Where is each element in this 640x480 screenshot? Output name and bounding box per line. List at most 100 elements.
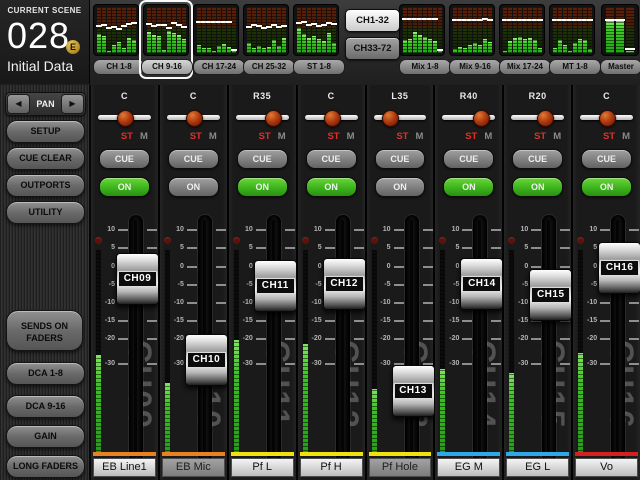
- meter-bank-mt-1-8[interactable]: MT 1-8: [549, 4, 595, 75]
- pan-knob-ch09[interactable]: [117, 110, 134, 127]
- pan-slider-ch15[interactable]: [511, 115, 564, 120]
- on-button-ch13[interactable]: ON: [375, 177, 426, 197]
- fader-cap-ch15[interactable]: CH15: [529, 269, 572, 321]
- sends-on-faders-button[interactable]: SENDS ON FADERS: [6, 310, 83, 351]
- fader-track-ch11[interactable]: [267, 215, 281, 462]
- channel-name-ch14[interactable]: EG M: [437, 458, 500, 477]
- cue-button-ch12[interactable]: CUE: [306, 149, 357, 169]
- fader-cap-ch16[interactable]: CH16: [598, 242, 640, 294]
- cue-button-ch11[interactable]: CUE: [237, 149, 288, 169]
- fader-scale-tick: [354, 247, 364, 249]
- meter-bank-tab-mix-17-24[interactable]: Mix 17-24: [499, 59, 551, 75]
- fader-cap-ch13[interactable]: CH13: [392, 365, 435, 417]
- pan-knob-ch14[interactable]: [473, 110, 490, 127]
- fader-scale-label: -5: [504, 281, 528, 288]
- fader-position-mark: [281, 25, 287, 27]
- meter-bank-meters-master: [601, 4, 639, 56]
- meter-bar: [533, 7, 537, 53]
- fader-track-ch14[interactable]: [473, 215, 487, 462]
- fader-scale-tick: [600, 320, 610, 322]
- channel-name-ch11[interactable]: Pf L: [231, 458, 294, 477]
- meter-bank-master[interactable]: Master: [600, 4, 640, 75]
- pan-slider-ch13[interactable]: [374, 115, 427, 120]
- cue-button-ch10[interactable]: CUE: [168, 149, 219, 169]
- meter-bank-tab-mt-1-8[interactable]: MT 1-8: [549, 59, 601, 75]
- meter-bar-segments: [503, 7, 507, 53]
- pan-slider-ch14[interactable]: [442, 115, 495, 120]
- pan-slider-ch09[interactable]: [98, 115, 151, 120]
- fader-cap-ch09[interactable]: CH09: [116, 253, 159, 305]
- pan-knob-ch13[interactable]: [382, 110, 399, 127]
- on-button-ch10[interactable]: ON: [168, 177, 219, 197]
- pan-slider-ch10[interactable]: [167, 115, 220, 120]
- pan-knob-ch10[interactable]: [186, 110, 203, 127]
- bank-button-ch33-72[interactable]: CH33-72: [345, 37, 400, 60]
- on-button-ch16[interactable]: ON: [581, 177, 632, 197]
- pan-knob-ch16[interactable]: [599, 110, 616, 127]
- long-faders-button[interactable]: LONG FADERS: [6, 455, 85, 478]
- on-button-ch11[interactable]: ON: [237, 177, 288, 197]
- meter-bank-mix-9-16[interactable]: Mix 9-16: [449, 4, 495, 75]
- meter-bank-tab-ch-17-24[interactable]: CH 17-24: [193, 59, 245, 75]
- pan-slider-ch11[interactable]: [236, 115, 289, 120]
- pan-left-arrow-button[interactable]: ◀: [7, 94, 30, 114]
- meter-bank-ch-17-24[interactable]: CH 17-24: [193, 4, 239, 75]
- channel-name-ch10[interactable]: EB Mic: [162, 458, 225, 477]
- dca-9-16-button[interactable]: DCA 9-16: [6, 395, 85, 418]
- fader-scale-label: -20: [298, 335, 322, 342]
- fader-cap-ch10[interactable]: CH10: [185, 334, 228, 386]
- meter-bank-tab-mix-9-16[interactable]: Mix 9-16: [449, 59, 501, 75]
- meter-bank-ch-9-16[interactable]: CH 9-16: [139, 0, 193, 79]
- on-button-ch14[interactable]: ON: [443, 177, 494, 197]
- cue-clear-button[interactable]: CUE CLEAR: [6, 147, 85, 170]
- utility-button[interactable]: UTILITY: [6, 201, 85, 224]
- assign-indicators-ch14: STM: [465, 131, 492, 142]
- pan-knob-ch15[interactable]: [537, 110, 554, 127]
- cue-button-ch09[interactable]: CUE: [99, 149, 150, 169]
- pan-knob-ch12[interactable]: [324, 110, 341, 127]
- meter-bank-tab-mix-1-8[interactable]: Mix 1-8: [399, 59, 451, 75]
- cue-button-ch15[interactable]: CUE: [512, 149, 563, 169]
- meter-bank-tab-ch-9-16[interactable]: CH 9-16: [141, 59, 193, 75]
- channel-name-ch16[interactable]: Vo: [575, 458, 638, 477]
- cue-button-ch13[interactable]: CUE: [375, 149, 426, 169]
- on-button-ch09[interactable]: ON: [99, 177, 150, 197]
- channel-name-ch15[interactable]: EG L: [506, 458, 569, 477]
- dca-1-8-button[interactable]: DCA 1-8: [6, 362, 85, 385]
- fader-track-ch13[interactable]: [405, 215, 419, 462]
- meter-bank-mix-17-24[interactable]: Mix 17-24: [499, 4, 545, 75]
- pan-slider-ch16[interactable]: [580, 115, 633, 120]
- fader-scale-label: 0: [573, 263, 597, 270]
- pan-right-arrow-button[interactable]: ▶: [61, 94, 84, 114]
- outports-button[interactable]: OUTPORTS: [6, 174, 85, 197]
- fader-track-ch15[interactable]: [542, 215, 556, 462]
- on-button-ch15[interactable]: ON: [512, 177, 563, 197]
- pan-slider-ch12[interactable]: [305, 115, 358, 120]
- meter-bank-mix-1-8[interactable]: Mix 1-8: [399, 4, 445, 75]
- setup-button[interactable]: SETUP: [6, 120, 85, 143]
- meter-bank-ch-1-8[interactable]: CH 1-8: [93, 4, 139, 75]
- fader-cap-ch11[interactable]: CH11: [254, 260, 297, 312]
- cue-button-ch14[interactable]: CUE: [443, 149, 494, 169]
- cue-button-ch16[interactable]: CUE: [581, 149, 632, 169]
- channel-name-ch13[interactable]: Pf Hole: [369, 458, 432, 477]
- fader-cap-ch14[interactable]: CH14: [460, 258, 503, 310]
- channel-name-ch09[interactable]: EB Line1: [93, 458, 156, 477]
- meter-bank-tab-ch-1-8[interactable]: CH 1-8: [93, 59, 145, 75]
- fader-cap-ch12[interactable]: CH12: [323, 258, 366, 310]
- meter-bar: [267, 7, 271, 53]
- bank-button-ch1-32[interactable]: CH1-32: [345, 9, 400, 32]
- fader-track-ch12[interactable]: [336, 215, 350, 462]
- fader-scale-label: -5: [435, 281, 459, 288]
- fader-scale-label: 5: [298, 244, 322, 251]
- meter-bank-ch-25-32[interactable]: CH 25-32: [243, 4, 289, 75]
- channel-color-bar-ch13: [369, 452, 432, 456]
- gain-button[interactable]: GAIN: [6, 425, 85, 448]
- meter-bank-tab-st-1-8[interactable]: ST 1-8: [293, 59, 345, 75]
- meter-bank-tab-master[interactable]: Master: [600, 59, 640, 75]
- meter-bank-tab-ch-25-32[interactable]: CH 25-32: [243, 59, 295, 75]
- on-button-ch12[interactable]: ON: [306, 177, 357, 197]
- channel-name-ch12[interactable]: Pf H: [300, 458, 363, 477]
- meter-bank-st-1-8[interactable]: ST 1-8: [293, 4, 339, 75]
- pan-knob-ch11[interactable]: [265, 110, 282, 127]
